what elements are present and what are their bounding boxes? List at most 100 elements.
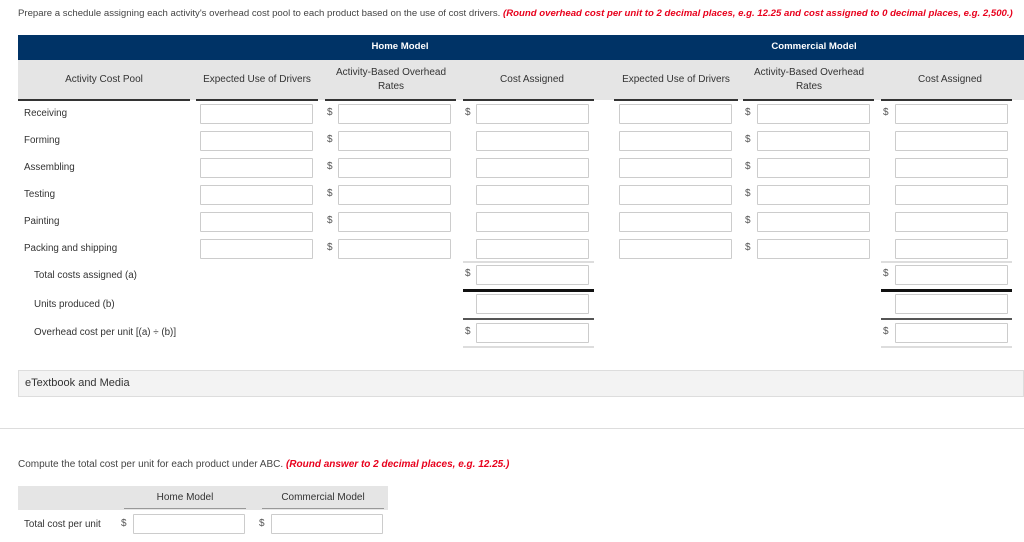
dollar-sign: $ [883,107,889,118]
home-total-cost-per-unit-input[interactable] [133,514,245,534]
dollar-sign: $ [465,107,471,118]
header-commercial-expected: Expected Use of Drivers [622,74,730,85]
header-home-rate: Activity-Based Overhead Rates [335,67,447,92]
activity-label-forming: Forming [24,135,60,146]
header-home-expected: Expected Use of Drivers [203,74,311,85]
header-underline [743,99,874,101]
commercial-expected-input-painting[interactable] [619,212,732,232]
home-rate-input-forming[interactable] [338,131,451,151]
instructions-note: (Round overhead cost per unit to 2 decim… [503,8,1013,19]
part2-instructions: Compute the total cost per unit for each… [18,459,509,470]
commercial-rate-input-forming[interactable] [757,131,870,151]
home-cost-input-testing[interactable] [476,185,589,205]
commercial-overhead-per-unit-input[interactable] [895,323,1008,343]
dollar-sign: $ [745,215,751,226]
home-expected-input-testing[interactable] [200,185,313,205]
commercial-rate-input-assembling[interactable] [757,158,870,178]
home-cost-input-receiving[interactable] [476,104,589,124]
commercial-expected-input-assembling[interactable] [619,158,732,178]
commercial-expected-input-receiving[interactable] [619,104,732,124]
commercial-cost-input-painting[interactable] [895,212,1008,232]
home-rate-input-assembling[interactable] [338,158,451,178]
header-underline [614,99,738,101]
header-home-cost: Cost Assigned [500,74,564,85]
instructions: Prepare a schedule assigning each activi… [18,8,1013,19]
dollar-sign: $ [327,242,333,253]
group-title-home: Home Model [371,41,429,52]
section-divider [0,428,1024,429]
dollar-sign: $ [465,268,471,279]
dollar-sign: $ [745,161,751,172]
commercial-total-cost-per-unit-input[interactable] [271,514,383,534]
home-cost-input-packing-and-shipping[interactable] [476,239,589,259]
home-rate-input-painting[interactable] [338,212,451,232]
dollar-sign: $ [327,134,333,145]
home-expected-input-receiving[interactable] [200,104,313,124]
home-units-produced-input[interactable] [476,294,589,314]
commercial-total-costs-input[interactable] [895,265,1008,285]
activity-label-receiving: Receiving [24,108,68,119]
home-cost-input-assembling[interactable] [476,158,589,178]
dollar-sign: $ [327,161,333,172]
dollar-sign: $ [745,188,751,199]
separator [881,261,1012,263]
commercial-cost-input-assembling[interactable] [895,158,1008,178]
separator [463,261,594,263]
part2-header-commercial: Commercial Model [281,492,365,503]
separator [881,318,1012,320]
separator [881,289,1012,292]
label-total-costs: Total costs assigned (a) [34,270,137,281]
home-rate-input-testing[interactable] [338,185,451,205]
label-units-produced: Units produced (b) [34,299,115,310]
home-overhead-per-unit-input[interactable] [476,323,589,343]
part2-instructions-note: (Round answer to 2 decimal places, e.g. … [285,459,510,470]
instructions-main: Prepare a schedule assigning each activi… [18,8,501,19]
activity-label-assembling: Assembling [24,162,75,173]
part2-instructions-main: Compute the total cost per unit for each… [18,459,284,470]
group-title-commercial: Commercial Model [771,41,857,52]
home-rate-input-receiving[interactable] [338,104,451,124]
commercial-expected-input-forming[interactable] [619,131,732,151]
part2-header-home: Home Model [156,492,214,503]
header-underline [262,508,384,509]
activity-label-testing: Testing [24,189,56,200]
header-underline [124,508,246,509]
commercial-rate-input-receiving[interactable] [757,104,870,124]
home-rate-input-packing-and-shipping[interactable] [338,239,451,259]
separator [463,318,594,320]
dollar-sign: $ [883,326,889,337]
home-total-costs-input[interactable] [476,265,589,285]
header-commercial-rate: Activity-Based Overhead Rates [753,67,865,92]
dollar-sign: $ [259,518,265,529]
separator [463,289,594,292]
header-underline [18,99,190,101]
dollar-sign: $ [745,242,751,253]
dollar-sign: $ [327,188,333,199]
commercial-units-produced-input[interactable] [895,294,1008,314]
commercial-cost-input-packing-and-shipping[interactable] [895,239,1008,259]
home-expected-input-assembling[interactable] [200,158,313,178]
header-underline [196,99,318,101]
home-expected-input-painting[interactable] [200,212,313,232]
commercial-rate-input-testing[interactable] [757,185,870,205]
header-commercial-cost: Cost Assigned [918,74,982,85]
home-cost-input-forming[interactable] [476,131,589,151]
commercial-cost-input-forming[interactable] [895,131,1008,151]
commercial-expected-input-packing-and-shipping[interactable] [619,239,732,259]
dollar-sign: $ [327,215,333,226]
commercial-expected-input-testing[interactable] [619,185,732,205]
header-activity-cost-pool: Activity Cost Pool [65,74,143,85]
home-cost-input-painting[interactable] [476,212,589,232]
header-underline [881,99,1012,101]
commercial-cost-input-receiving[interactable] [895,104,1008,124]
dollar-sign: $ [883,268,889,279]
commercial-rate-input-painting[interactable] [757,212,870,232]
home-expected-input-forming[interactable] [200,131,313,151]
dollar-sign: $ [745,134,751,145]
etextbook-and-media-link[interactable]: eTextbook and Media [18,370,1024,397]
header-underline [463,99,594,101]
home-expected-input-packing-and-shipping[interactable] [200,239,313,259]
dollar-sign: $ [327,107,333,118]
commercial-cost-input-testing[interactable] [895,185,1008,205]
commercial-rate-input-packing-and-shipping[interactable] [757,239,870,259]
